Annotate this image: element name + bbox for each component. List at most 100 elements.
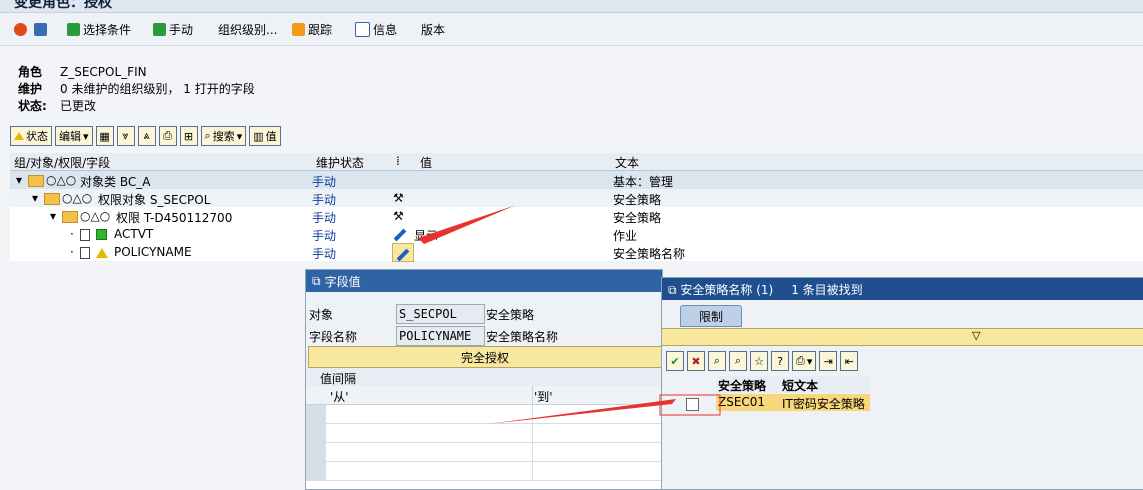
row-selector[interactable] <box>306 443 326 461</box>
tree-row[interactable]: ▾ ○△○ 权限对象 S_SECPOL 手动 ⚒ 安全策略 <box>10 189 1143 207</box>
version-button[interactable]: 版本 <box>421 21 445 37</box>
role-value: Z_SECPOL_FIN <box>60 65 147 79</box>
status-value: 已更改 <box>60 99 97 113</box>
column-divider <box>532 386 533 404</box>
export-icon[interactable]: ⇥ <box>819 351 838 371</box>
field-values-dialog: ⧉ 字段值 对象 S_SECPOL 安全策略 字段名称 POLICYNAME 安… <box>305 269 663 490</box>
trace-button[interactable]: 跟踪 <box>292 21 332 37</box>
tools-icon[interactable]: ⚒ <box>393 191 404 205</box>
toggle-display-change-button[interactable] <box>14 21 27 37</box>
maintenance-status[interactable]: 手动 <box>312 173 336 190</box>
selection-criteria-button[interactable]: 选择条件 <box>67 21 131 37</box>
tree-row[interactable]: ▾ ○△○ 权限 T-D450112700 手动 ⚒ 安全策略 <box>10 207 1143 225</box>
find-icon[interactable]: ⌕ <box>708 351 726 371</box>
org-levels-button[interactable]: 组织级别... <box>218 21 277 37</box>
row-selector[interactable] <box>306 462 326 480</box>
interval-row[interactable] <box>306 405 662 424</box>
role-header: 角色 Z_SECPOL_FIN 维护 0 未维护的组织级别， 1 打开的字段 状态:… <box>18 64 255 115</box>
selection-criteria-label: 选择条件 <box>83 22 132 37</box>
org-levels-label: 组织级别... <box>218 22 278 37</box>
expand-down-icon[interactable]: ▾ <box>50 209 56 223</box>
entries-found-text: 1 条目被找到 <box>791 282 863 297</box>
maintenance-status[interactable]: 手动 <box>312 191 336 208</box>
tree-row[interactable]: · POLICYNAME 手动 安全策略名称 <box>10 243 1143 262</box>
tree-row-label: 对象类 BC_A <box>80 175 151 189</box>
tree-toolbar: 状态 编辑 ▾ ▦ ⩔ ⩓ ⎙ ⊞ ⌕ 搜索 ▾ ▥ 值 <box>10 126 281 146</box>
object-field[interactable]: S_SECPOL <box>396 304 485 324</box>
tree-row[interactable]: · ACTVT 手动 显示 作业 <box>10 225 1143 243</box>
chevron-down-icon[interactable]: ▽ <box>972 329 980 342</box>
search-help-toolbar: ✔ ✖ ⌕ ⌕ ☆ ? ⎙ ▾ ⇥ ⇤ <box>666 351 859 371</box>
column-header: 组/对象/权限/字段 <box>14 156 111 170</box>
chevron-down-icon: ▾ <box>83 129 89 143</box>
info-button[interactable]: 信息 <box>355 21 397 37</box>
from-header: '从' <box>330 390 349 404</box>
policy-key: ZSEC01 <box>718 395 766 409</box>
status-button[interactable]: 状态 <box>10 126 52 146</box>
row-text: 作业 <box>613 229 638 243</box>
info-label: 信息 <box>373 22 398 37</box>
trace-label: 跟踪 <box>308 22 333 37</box>
cancel-icon[interactable]: ✖ <box>687 351 705 371</box>
import-icon[interactable]: ⇤ <box>840 351 859 371</box>
print-button[interactable]: ⎙ ▾ <box>792 351 817 371</box>
list-icon <box>153 22 166 36</box>
row-text: 安全策略 <box>613 193 662 207</box>
window-icon: ⧉ 安全策略名称 (1) <box>668 282 774 297</box>
full-authorization-button[interactable]: 完全授权 <box>308 346 662 368</box>
dialog-title-bar: ⧉ 安全策略名称 (1) 1 条目被找到 <box>662 278 1143 300</box>
row-select-checkbox[interactable] <box>686 398 699 411</box>
interval-row[interactable] <box>306 462 662 481</box>
maintenance-status[interactable]: 手动 <box>312 245 336 262</box>
print-icon[interactable]: ⎙ <box>158 126 177 146</box>
edit-button-label: 编辑 <box>59 130 81 143</box>
restrictions-bar[interactable]: ▽ <box>662 328 1143 346</box>
field-name-value: POLICYNAME <box>399 329 472 343</box>
interval-row[interactable] <box>306 424 662 443</box>
expand-down-icon[interactable]: ▾ <box>32 191 38 205</box>
value-button[interactable]: ▥ 值 <box>249 126 281 146</box>
folder-icon <box>44 191 60 205</box>
tree-row[interactable]: ▾ ○△○ 对象类 BC_A 手动 基本：管理 <box>10 171 1143 189</box>
maintenance-status[interactable]: 手动 <box>312 227 336 244</box>
pencil-icon[interactable] <box>392 243 414 262</box>
confirm-icon[interactable]: ✔ <box>666 351 684 371</box>
field-name-field[interactable]: POLICYNAME <box>396 326 485 346</box>
favorites-icon[interactable]: ☆ <box>750 351 768 371</box>
edit-button[interactable]: 编辑 ▾ <box>55 126 93 146</box>
row-text: 安全策略 <box>613 211 662 225</box>
maintenance-value: 0 未维护的组织级别， 1 打开的字段 <box>60 82 255 96</box>
collapse-down-icon[interactable]: ⩔ <box>116 126 135 146</box>
search-button[interactable]: ⌕ 搜索 ▾ <box>200 126 247 146</box>
expand-icon[interactable]: ▦ <box>95 126 114 146</box>
tab-restrictions[interactable]: 限制 <box>680 305 742 327</box>
collapse-up-icon[interactable]: ⩓ <box>137 126 156 146</box>
layout-icon[interactable]: ⊞ <box>179 126 198 146</box>
authorization-tree: 组/对象/权限/字段 维护状态 ⁞ 值 文本 ▾ ○△○ 对象类 BC_A 手动… <box>10 153 1143 262</box>
delete-button[interactable] <box>34 21 47 37</box>
grid-icon: ▥ <box>253 129 264 143</box>
help-icon[interactable]: ? <box>771 351 789 371</box>
tree-row-label: POLICYNAME <box>114 245 192 259</box>
object-field-value: S_SECPOL <box>399 307 457 321</box>
field-name-text: 安全策略名称 <box>486 330 559 344</box>
expand-down-icon[interactable]: ▾ <box>16 173 22 187</box>
maintenance-status[interactable]: 手动 <box>312 209 336 226</box>
row-selector[interactable] <box>306 405 326 423</box>
tree-row-label: ACTVT <box>114 227 154 241</box>
authorization-icon: ○△○ <box>80 209 111 223</box>
result-row[interactable]: ZSEC01 IT密码安全策略 <box>716 394 870 411</box>
find-next-icon[interactable]: ⌕ <box>729 351 747 371</box>
tools-icon[interactable]: ⚒ <box>393 209 404 223</box>
trash-icon <box>34 22 47 36</box>
value-interval-table: 值间隔 '从' '到' <box>306 368 662 489</box>
print-icon: ⎙ <box>796 354 805 367</box>
manual-button[interactable]: 手动 <box>153 21 193 37</box>
dialog-title: 字段值 <box>324 274 361 289</box>
dialog-title-bar: ⧉ 字段值 <box>306 270 662 292</box>
row-selector[interactable] <box>306 424 326 442</box>
pencil-icon[interactable] <box>393 227 407 241</box>
interval-row[interactable] <box>306 443 662 462</box>
column-divider <box>532 443 533 461</box>
to-header: '到' <box>534 390 553 404</box>
